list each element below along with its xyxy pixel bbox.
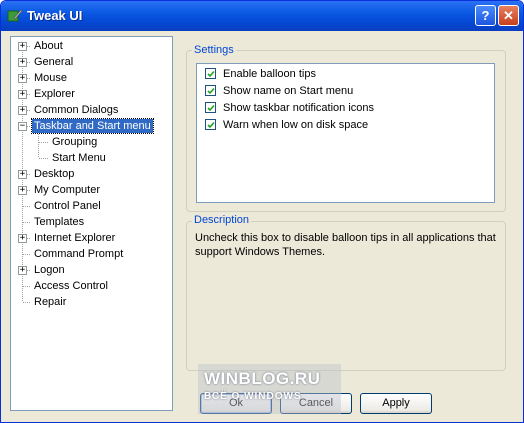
tree-item-general[interactable]: + General — [11, 55, 171, 69]
expand-icon[interactable]: + — [18, 42, 27, 51]
expand-icon[interactable]: + — [18, 106, 27, 115]
tree-item-internet-explorer[interactable]: + Internet Explorer — [11, 231, 171, 245]
tree-item-grouping[interactable]: Grouping — [11, 135, 171, 149]
close-button[interactable]: ✕ — [498, 5, 519, 26]
tree-item-label: Internet Explorer — [34, 232, 116, 244]
checkbox[interactable] — [205, 68, 216, 79]
help-icon: ? — [481, 8, 490, 23]
tweak-ui-window: Tweak UI ? ✕ + About + General + Mouse +… — [0, 0, 524, 423]
tree-item-label: Desktop — [34, 168, 75, 180]
expand-icon[interactable]: + — [18, 170, 27, 179]
option-label: Show taskbar notification icons — [223, 102, 375, 114]
tree-item-label: Templates — [34, 216, 85, 228]
tree-item-control-panel[interactable]: Control Panel — [11, 199, 171, 213]
watermark-subtitle: ВСЁ О WINDOWS — [204, 391, 302, 402]
expand-icon[interactable]: + — [18, 74, 27, 83]
option-label: Warn when low on disk space — [223, 119, 369, 131]
expand-icon[interactable]: + — [18, 186, 27, 195]
close-icon: ✕ — [503, 8, 514, 23]
tree-item-repair[interactable]: Repair — [11, 295, 171, 309]
tree-item-common-dialogs[interactable]: + Common Dialogs — [11, 103, 171, 117]
tree-item-label: My Computer — [34, 184, 101, 196]
checkbox[interactable] — [205, 102, 216, 113]
tree-item-templates[interactable]: Templates — [11, 215, 171, 229]
settings-checklist[interactable]: Enable balloon tips Show name on Start m… — [196, 63, 495, 203]
description-group-title: Description — [192, 214, 252, 226]
watermark-overlay: WINBLOG.RU ВСЁ О WINDOWS — [198, 364, 341, 414]
tree-item-taskbar-and-start-menu[interactable]: − Taskbar and Start menu — [11, 118, 171, 134]
checkbox[interactable] — [205, 85, 216, 96]
watermark-title: WINBLOG.RU — [204, 369, 321, 388]
tree-item-explorer[interactable]: + Explorer — [11, 87, 171, 101]
tree-item-mouse[interactable]: + Mouse — [11, 71, 171, 85]
tree-item-desktop[interactable]: + Desktop — [11, 167, 171, 181]
tweak-ui-app-icon — [7, 8, 23, 24]
option-label: Enable balloon tips — [223, 68, 316, 80]
tree-item-logon[interactable]: + Logon — [11, 263, 171, 277]
tree-item-label: Grouping — [52, 136, 98, 148]
check-mark-icon — [207, 121, 215, 129]
tree-item-label: Command Prompt — [34, 248, 124, 260]
tree-item-label: Logon — [34, 264, 65, 276]
check-mark-icon — [207, 70, 215, 78]
tree-item-my-computer[interactable]: + My Computer — [11, 183, 171, 197]
tree-item-label: Repair — [34, 296, 67, 308]
tree-item-label: Explorer — [34, 88, 75, 100]
apply-button[interactable]: Apply — [360, 393, 432, 414]
help-button[interactable]: ? — [475, 5, 496, 26]
tree-item-label: Access Control — [34, 280, 108, 292]
tree-item-label: About — [34, 40, 63, 52]
tree-item-label: Mouse — [34, 72, 68, 84]
option-label: Show name on Start menu — [223, 85, 354, 97]
check-mark-icon — [207, 104, 215, 112]
expand-icon[interactable]: + — [18, 266, 27, 275]
tree-item-label: Control Panel — [34, 200, 101, 212]
expand-icon[interactable]: + — [18, 58, 27, 67]
checkbox[interactable] — [205, 119, 216, 130]
tree-item-label: General — [34, 56, 74, 68]
tree-item-start-menu[interactable]: Start Menu — [11, 151, 171, 165]
collapse-icon[interactable]: − — [18, 122, 27, 131]
tree-item-label: Taskbar and Start menu — [31, 118, 154, 134]
title-bar[interactable]: Tweak UI ? ✕ — [1, 1, 523, 31]
tree-item-about[interactable]: + About — [11, 39, 171, 53]
tree-item-label: Start Menu — [52, 152, 106, 164]
expand-icon[interactable]: + — [18, 234, 27, 243]
settings-group-title: Settings — [192, 44, 236, 56]
category-tree[interactable]: + About + General + Mouse + Explorer + C… — [10, 36, 173, 411]
check-mark-icon — [207, 87, 215, 95]
tree-item-label: Common Dialogs — [34, 104, 119, 116]
expand-icon[interactable]: + — [18, 90, 27, 99]
tree-item-command-prompt[interactable]: Command Prompt — [11, 247, 171, 261]
tree-item-access-control[interactable]: Access Control — [11, 279, 171, 293]
description-text: Uncheck this box to disable balloon tips… — [195, 232, 496, 258]
window-title: Tweak UI — [27, 8, 83, 23]
